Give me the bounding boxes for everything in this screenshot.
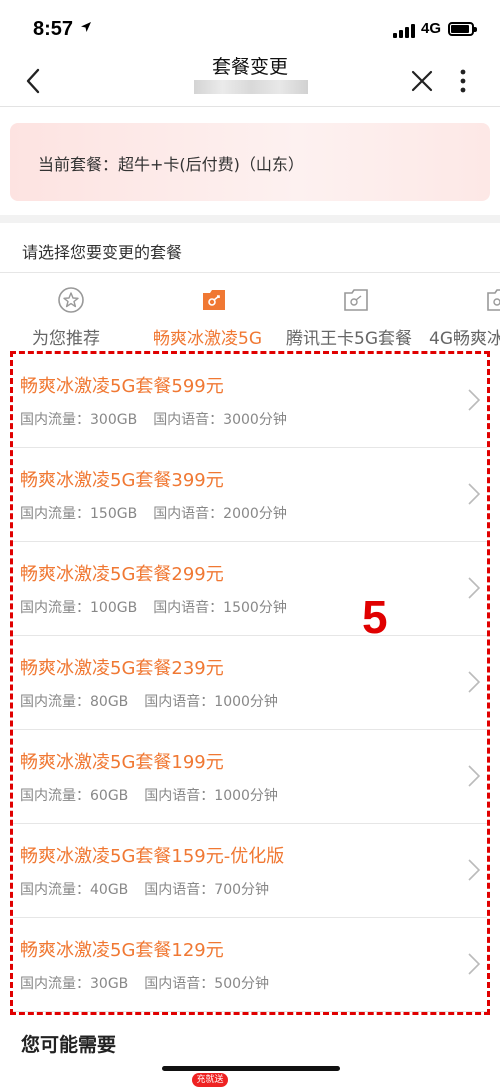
plan-voice-allowance: 国内语音：2000分钟 <box>153 506 287 522</box>
chevron-right-icon <box>468 859 481 881</box>
plan-data-allowance: 国内流量：80GB <box>20 694 129 710</box>
battery-icon <box>448 22 477 36</box>
plan-item[interactable]: 畅爽冰激凌5G套餐299元 国内流量：100GB 国内语音：1500分钟 <box>13 542 487 636</box>
tab-label: 为您推荐 <box>32 329 100 349</box>
plan-details: 国内流量：150GB 国内语音：2000分钟 <box>20 503 287 523</box>
status-time: 8:57 <box>33 18 74 40</box>
plan-item[interactable]: 畅爽冰激凌5G套餐599元 国内流量：300GB 国内语音：3000分钟 <box>13 354 487 448</box>
chevron-right-icon <box>468 953 481 975</box>
plan-item[interactable]: 畅爽冰激凌5G套餐199元 国内流量：60GB 国内语音：1000分钟 <box>13 730 487 824</box>
plan-data-allowance: 国内流量：60GB <box>20 788 129 804</box>
plan-item[interactable]: 畅爽冰激凌5G套餐239元 国内流量：80GB 国内语音：1000分钟 <box>13 636 487 730</box>
close-icon[interactable] <box>408 67 436 95</box>
tab-4g-ice-cream[interactable]: 4G畅爽冰 <box>429 280 500 350</box>
section-title-you-may-need: 您可能需要 <box>21 1034 117 1056</box>
tab-recommended[interactable]: 为您推荐 <box>30 280 112 350</box>
tab-ice-cream-5g[interactable]: 畅爽冰激凌5G <box>152 280 276 350</box>
plan-data-allowance: 国内流量：300GB <box>20 412 138 428</box>
plan-name: 畅爽冰激凌5G套餐199元 <box>20 752 224 773</box>
plan-data-allowance: 国内流量：100GB <box>20 600 138 616</box>
plan-data-allowance: 国内流量：150GB <box>20 506 138 522</box>
tab-label: 腾讯王卡5G套餐 <box>286 329 412 349</box>
current-plan-text: 当前套餐：超牛+卡(后付费)（山东） <box>38 155 304 174</box>
promo-badge[interactable]: 充就送 <box>192 1073 228 1087</box>
plan-details: 国内流量：80GB 国内语音：1000分钟 <box>20 691 278 711</box>
plan-voice-allowance: 国内语音：1000分钟 <box>144 788 278 804</box>
chevron-right-icon <box>468 765 481 787</box>
network-type: 4G <box>421 20 442 37</box>
bag-outline-icon <box>487 289 500 311</box>
chevron-right-icon <box>468 577 481 599</box>
plan-category-tabs: 为您推荐 畅爽冰激凌5G 腾讯王卡5G套餐 4G畅爽冰 <box>0 280 500 350</box>
plan-item[interactable]: 畅爽冰激凌5G套餐129元 国内流量：30GB 国内语音：500分钟 <box>13 918 487 1012</box>
current-plan-card: 当前套餐：超牛+卡(后付费)（山东） <box>10 123 490 201</box>
tab-label: 4G畅爽冰 <box>429 329 500 349</box>
chevron-right-icon <box>468 671 481 693</box>
bag-outline-icon <box>344 289 368 311</box>
plan-name: 畅爽冰激凌5G套餐129元 <box>20 940 224 961</box>
plan-item[interactable]: 畅爽冰激凌5G套餐399元 国内流量：150GB 国内语音：2000分钟 <box>13 448 487 542</box>
signal-icon <box>393 24 417 38</box>
plan-name: 畅爽冰激凌5G套餐159元-优化版 <box>20 846 285 867</box>
plan-voice-allowance: 国内语音：3000分钟 <box>153 412 287 428</box>
select-plan-label: 请选择您要变更的套餐 <box>22 243 183 262</box>
status-bar: 8:57 4G <box>0 0 500 58</box>
star-icon <box>58 287 84 313</box>
tab-tencent-king-card[interactable]: 腾讯王卡5G套餐 <box>286 280 428 350</box>
plan-voice-allowance: 国内语音：1000分钟 <box>144 694 278 710</box>
plan-name: 畅爽冰激凌5G套餐599元 <box>20 376 224 397</box>
chevron-right-icon <box>468 483 481 505</box>
current-plan-section: 当前套餐：超牛+卡(后付费)（山东） <box>0 107 500 215</box>
divider <box>0 272 500 273</box>
plan-details: 国内流量：100GB 国内语音：1500分钟 <box>20 597 287 617</box>
bag-icon <box>203 290 225 310</box>
annotation-number: 5 <box>362 591 388 643</box>
plan-details: 国内流量：300GB 国内语音：3000分钟 <box>20 409 287 429</box>
nav-bar: 套餐变更 <box>0 56 500 107</box>
chevron-right-icon <box>468 389 481 411</box>
location-arrow-icon <box>81 22 91 32</box>
section-gap <box>0 215 500 223</box>
plan-voice-allowance: 国内语音：500分钟 <box>144 976 270 992</box>
plan-name: 畅爽冰激凌5G套餐239元 <box>20 658 224 679</box>
plan-data-allowance: 国内流量：30GB <box>20 976 129 992</box>
more-vertical-icon[interactable] <box>455 67 471 95</box>
plan-item[interactable]: 畅爽冰激凌5G套餐159元-优化版 国内流量：40GB 国内语音：700分钟 <box>13 824 487 918</box>
plan-details: 国内流量：60GB 国内语音：1000分钟 <box>20 785 278 805</box>
plan-voice-allowance: 国内语音：700分钟 <box>144 882 270 898</box>
plan-name: 畅爽冰激凌5G套餐299元 <box>20 564 224 585</box>
home-indicator <box>162 1066 340 1071</box>
plan-data-allowance: 国内流量：40GB <box>20 882 129 898</box>
plan-voice-allowance: 国内语音：1500分钟 <box>153 600 287 616</box>
plan-name: 畅爽冰激凌5G套餐399元 <box>20 470 224 491</box>
plan-details: 国内流量：40GB 国内语音：700分钟 <box>20 879 269 899</box>
plan-list: 畅爽冰激凌5G套餐599元 国内流量：300GB 国内语音：3000分钟 畅爽冰激… <box>10 351 490 1015</box>
tab-label: 畅爽冰激凌5G <box>153 329 262 349</box>
plan-details: 国内流量：30GB 国内语音：500分钟 <box>20 973 269 993</box>
blurred-subtitle <box>194 80 308 94</box>
